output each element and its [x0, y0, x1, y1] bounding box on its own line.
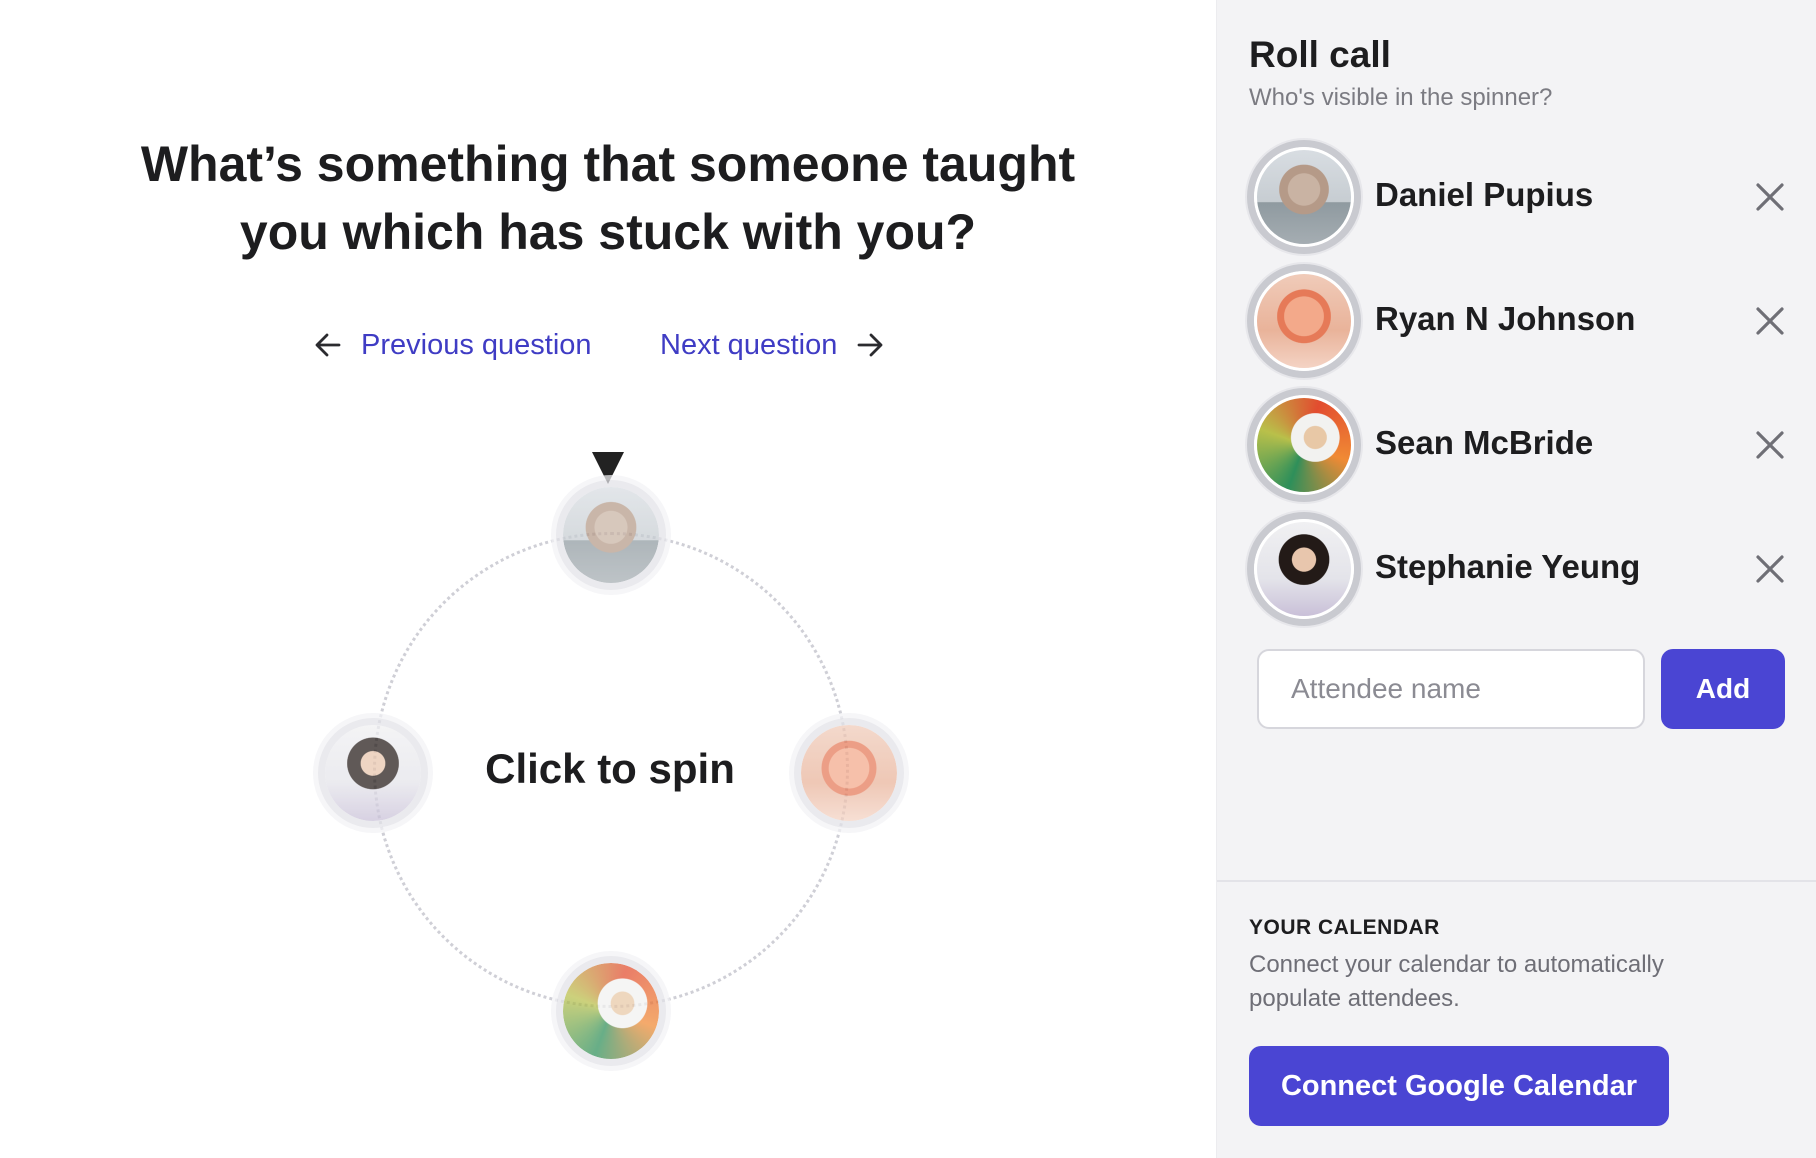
attendee-row: Sean McBride	[1247, 388, 1797, 512]
attendee-name: Daniel Pupius	[1375, 176, 1594, 213]
add-attendee-button[interactable]: Add	[1661, 649, 1785, 729]
calendar-heading: YOUR CALENDAR	[1249, 916, 1440, 939]
close-icon[interactable]	[1753, 428, 1787, 462]
main-panel: What’s something that someone taught you…	[0, 0, 1216, 1158]
spinner-avatar-daniel	[556, 480, 666, 590]
avatar	[1247, 140, 1361, 254]
attendee-list: Daniel Pupius Ryan N Johnson Sean McBrid…	[1247, 140, 1797, 636]
close-icon[interactable]	[1753, 180, 1787, 214]
attendee-name: Sean McBride	[1375, 424, 1594, 461]
roll-call-title: Roll call	[1249, 34, 1391, 75]
avatar	[1247, 512, 1361, 626]
close-icon[interactable]	[1753, 304, 1787, 338]
name-spinner: Click to spin	[0, 0, 1216, 1158]
add-attendee-form: Add	[1257, 649, 1805, 729]
roll-call-subtitle: Who's visible in the spinner?	[1249, 84, 1553, 111]
attendee-name: Ryan N Johnson	[1375, 300, 1636, 337]
divider	[1217, 880, 1816, 882]
spinner-avatar-ryan	[794, 718, 904, 828]
roll-call-sidebar: Roll call Who's visible in the spinner? …	[1216, 0, 1816, 1158]
connect-google-calendar-button[interactable]: Connect Google Calendar	[1249, 1046, 1669, 1126]
click-to-spin[interactable]: Click to spin	[460, 745, 760, 793]
calendar-description: Connect your calendar to automatically p…	[1249, 951, 1664, 1012]
attendee-row: Stephanie Yeung	[1247, 512, 1797, 636]
attendee-row: Daniel Pupius	[1247, 140, 1797, 264]
attendee-name-input[interactable]	[1257, 649, 1645, 729]
close-icon[interactable]	[1753, 552, 1787, 586]
attendee-row: Ryan N Johnson	[1247, 264, 1797, 388]
spinner-avatar-sean	[556, 956, 666, 1066]
avatar	[1247, 264, 1361, 378]
avatar	[1247, 388, 1361, 502]
attendee-name: Stephanie Yeung	[1375, 548, 1641, 585]
spinner-avatar-stephanie	[318, 718, 428, 828]
